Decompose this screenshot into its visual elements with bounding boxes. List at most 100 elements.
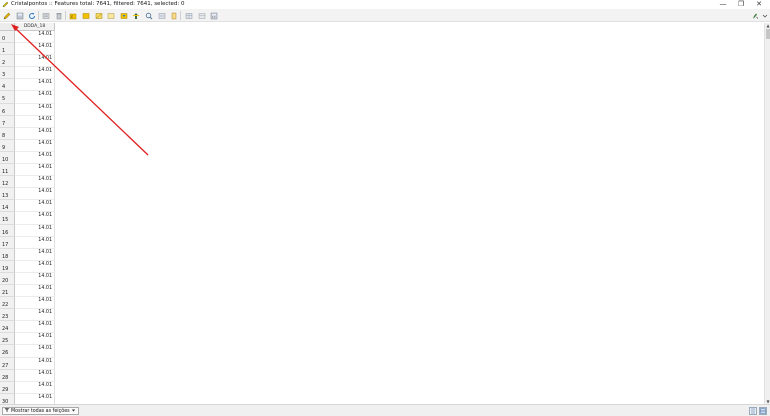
save-edits-icon[interactable] xyxy=(15,11,24,20)
conditional-formatting-icon[interactable] xyxy=(750,11,759,20)
table-row[interactable]: 12 14.01 xyxy=(0,176,56,189)
row-header[interactable]: 9 xyxy=(0,139,15,152)
table-row[interactable]: 10 14.01 xyxy=(0,151,56,165)
table-row[interactable]: 22 14.01 xyxy=(0,297,56,310)
table-cell-ddda18[interactable]: 14.01 xyxy=(15,43,55,56)
table-row[interactable]: 21 14.01 xyxy=(0,284,56,298)
row-header[interactable]: 13 xyxy=(0,188,15,201)
table-cell-ddda18[interactable]: 14.01 xyxy=(15,79,55,92)
table-row[interactable]: 4 14.01 xyxy=(0,79,56,92)
table-cell-ddda18[interactable]: 14.01 xyxy=(15,91,55,104)
row-header[interactable]: 20 xyxy=(0,272,15,285)
table-row[interactable]: 9 14.01 xyxy=(0,139,56,152)
scroll-up-arrow-icon[interactable]: ▲ xyxy=(765,23,770,28)
delete-field-icon[interactable] xyxy=(197,11,206,20)
row-header[interactable]: 21 xyxy=(0,284,15,298)
table-row[interactable]: 30 14.01 xyxy=(0,393,56,404)
table-cell-ddda18[interactable]: 14.01 xyxy=(15,345,55,358)
row-header[interactable]: 18 xyxy=(0,248,15,261)
add-feature-icon[interactable] xyxy=(41,11,50,20)
table-cell-ddda18[interactable]: 14.01 xyxy=(15,224,55,237)
table-cell-ddda18[interactable]: 14.01 xyxy=(15,176,55,189)
select-by-expression-icon[interactable]: ε xyxy=(68,11,77,20)
row-header[interactable]: 28 xyxy=(0,369,15,382)
table-row[interactable]: 25 14.01 xyxy=(0,333,56,346)
table-cell-ddda18[interactable]: 14.01 xyxy=(15,381,55,394)
row-header[interactable]: 26 xyxy=(0,345,15,358)
table-row[interactable]: 2 14.01 xyxy=(0,55,56,68)
row-header[interactable]: 22 xyxy=(0,297,15,310)
table-row[interactable]: 8 14.01 xyxy=(0,127,56,140)
table-cell-ddda18[interactable]: 14.01 xyxy=(15,260,55,273)
row-header[interactable]: 17 xyxy=(0,236,15,249)
row-header[interactable]: 8 xyxy=(0,127,15,140)
dock-dropdown-icon[interactable] xyxy=(760,11,769,20)
table-cell-ddda18[interactable]: 14.01 xyxy=(15,200,55,213)
zoom-to-selection-icon[interactable] xyxy=(157,11,166,20)
scrollbar-thumb[interactable] xyxy=(766,29,770,39)
table-cell-ddda18[interactable]: 14.01 xyxy=(15,188,55,201)
row-header[interactable]: 12 xyxy=(0,176,15,189)
table-cell-ddda18[interactable]: 14.01 xyxy=(15,393,55,404)
column-header-ddda18[interactable]: DDDA_18 xyxy=(15,23,55,31)
table-cell-ddda18[interactable]: 14.01 xyxy=(15,55,55,68)
table-row[interactable]: 20 14.01 xyxy=(0,272,56,285)
close-button[interactable]: ✕ xyxy=(752,0,766,8)
table-row[interactable]: 27 14.01 xyxy=(0,357,56,370)
row-header[interactable]: 11 xyxy=(0,164,15,177)
delete-feature-icon[interactable] xyxy=(54,11,63,20)
table-row[interactable]: 3 14.01 xyxy=(0,67,56,80)
table-corner-select-all[interactable] xyxy=(0,23,15,31)
table-cell-ddda18[interactable]: 14.01 xyxy=(15,212,55,225)
row-header[interactable]: 1 xyxy=(0,43,15,56)
table-row[interactable]: 15 14.01 xyxy=(0,212,56,225)
row-header[interactable]: 3 xyxy=(0,67,15,80)
row-header[interactable]: 16 xyxy=(0,224,15,237)
table-row[interactable]: 0 14.01 xyxy=(0,31,56,44)
row-header[interactable]: 2 xyxy=(0,55,15,68)
table-cell-ddda18[interactable]: 14.01 xyxy=(15,127,55,140)
row-header[interactable]: 6 xyxy=(0,103,15,116)
table-row[interactable]: 28 14.01 xyxy=(0,369,56,382)
row-header[interactable]: 7 xyxy=(0,115,15,128)
table-row[interactable]: 6 14.01 xyxy=(0,103,56,116)
table-cell-ddda18[interactable]: 14.01 xyxy=(15,357,55,370)
table-row[interactable]: 29 14.01 xyxy=(0,381,56,394)
row-header[interactable]: 4 xyxy=(0,79,15,92)
table-cell-ddda18[interactable]: 14.01 xyxy=(15,333,55,346)
table-row[interactable]: 16 14.01 xyxy=(0,224,56,237)
row-header[interactable]: 0 xyxy=(0,31,15,44)
field-calculator-icon[interactable] xyxy=(209,11,218,20)
table-cell-ddda18[interactable]: 14.01 xyxy=(15,309,55,322)
table-cell-ddda18[interactable]: 14.01 xyxy=(15,297,55,310)
row-header[interactable]: 15 xyxy=(0,212,15,225)
maximize-button[interactable]: ❐ xyxy=(734,0,748,8)
toggle-editing-pencil-icon[interactable] xyxy=(2,11,11,20)
row-header[interactable]: 23 xyxy=(0,309,15,322)
select-all-icon[interactable] xyxy=(81,11,90,20)
table-row[interactable]: 11 14.01 xyxy=(0,164,56,177)
table-cell-ddda18[interactable]: 14.01 xyxy=(15,139,55,152)
table-cell-ddda18[interactable]: 14.01 xyxy=(15,151,55,165)
table-cell-ddda18[interactable]: 14.01 xyxy=(15,67,55,80)
table-row[interactable]: 14 14.01 xyxy=(0,200,56,213)
row-header[interactable]: 19 xyxy=(0,260,15,273)
row-header[interactable]: 29 xyxy=(0,381,15,394)
table-cell-ddda18[interactable]: 14.01 xyxy=(15,103,55,116)
table-cell-ddda18[interactable]: 14.01 xyxy=(15,31,55,44)
table-cell-ddda18[interactable]: 14.01 xyxy=(15,236,55,249)
table-row[interactable]: 1 14.01 xyxy=(0,43,56,56)
table-row[interactable]: 7 14.01 xyxy=(0,115,56,128)
row-header[interactable]: 30 xyxy=(0,393,15,404)
table-cell-ddda18[interactable]: 14.01 xyxy=(15,164,55,177)
table-view-icon[interactable] xyxy=(759,407,767,415)
row-header[interactable]: 24 xyxy=(0,321,15,334)
row-header[interactable]: 25 xyxy=(0,333,15,346)
row-header[interactable]: 10 xyxy=(0,151,15,165)
deselect-all-icon[interactable] xyxy=(106,11,115,20)
filter-select-icon[interactable] xyxy=(119,11,128,20)
table-cell-ddda18[interactable]: 14.01 xyxy=(15,369,55,382)
table-row[interactable]: 24 14.01 xyxy=(0,321,56,334)
table-cell-ddda18[interactable]: 14.01 xyxy=(15,248,55,261)
table-row[interactable]: 18 14.01 xyxy=(0,248,56,261)
